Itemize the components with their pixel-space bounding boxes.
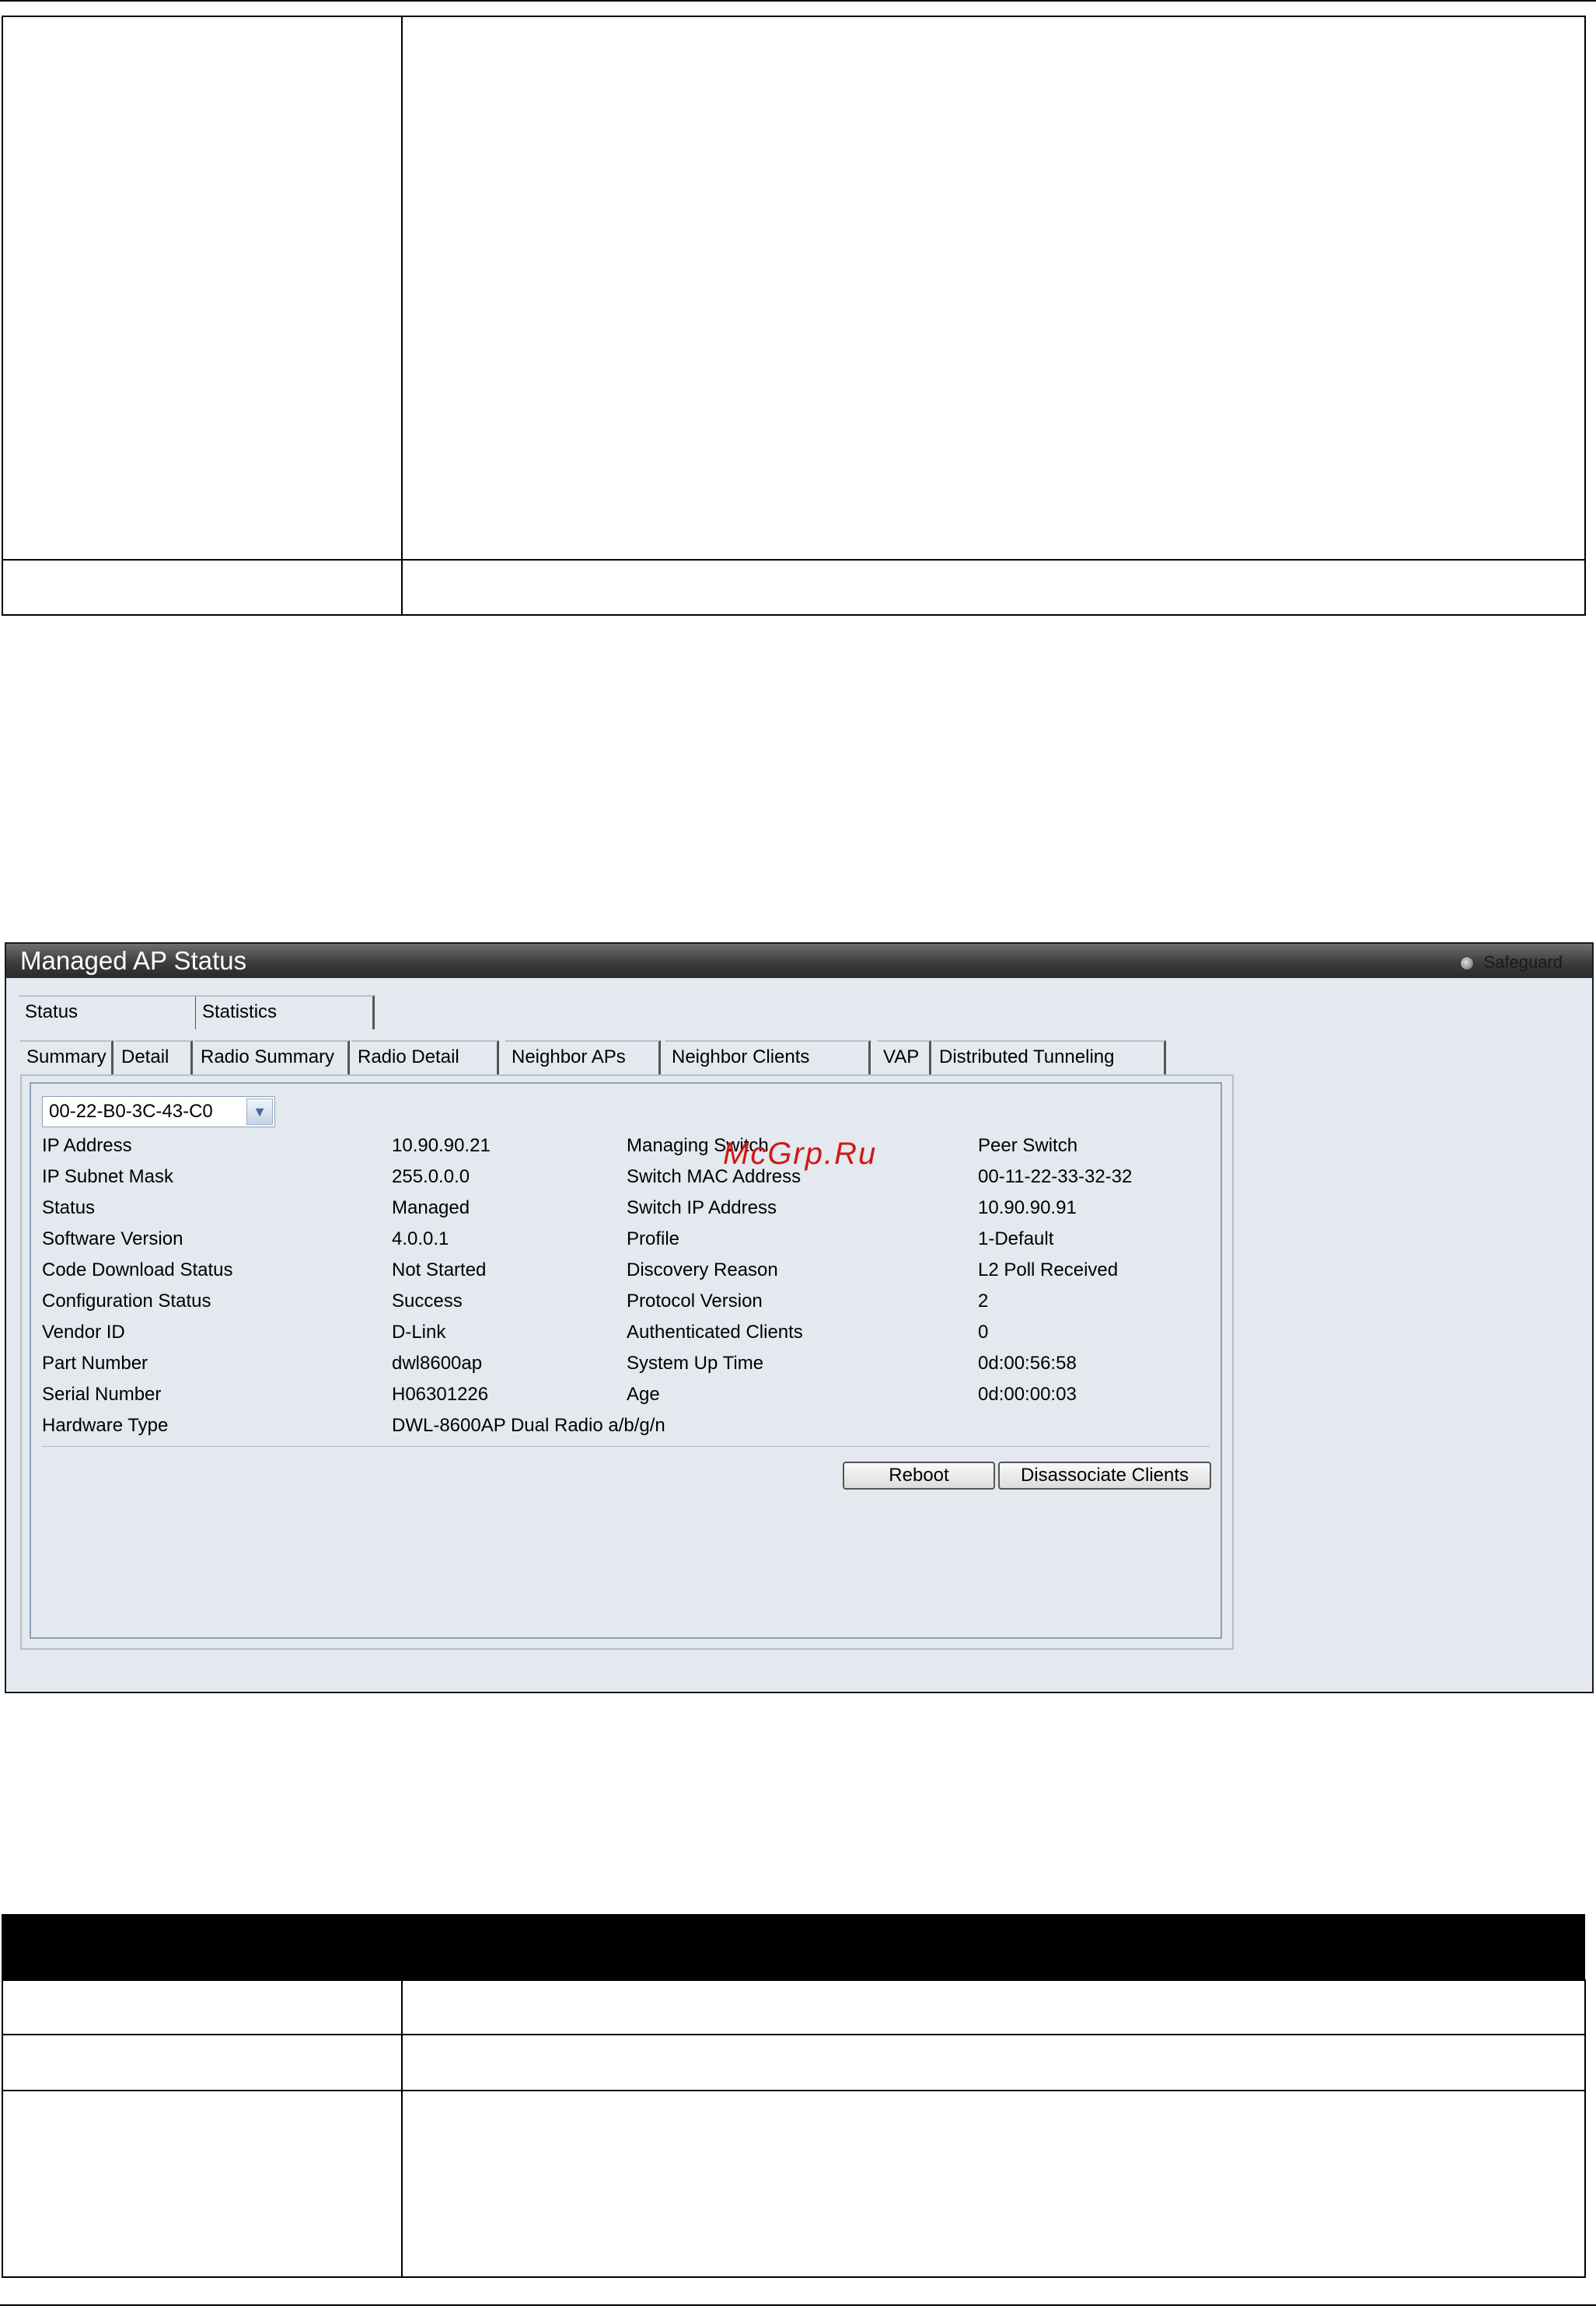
ip-address-value: 10.90.90.21 bbox=[392, 1135, 491, 1156]
switch-mac-address-value: 00-11-22-33-32-32 bbox=[978, 1166, 1133, 1187]
lower-table-row-line bbox=[3, 2034, 1584, 2035]
status-label: Status bbox=[42, 1197, 96, 1218]
vendor-id-label: Vendor ID bbox=[42, 1322, 125, 1343]
discovery-reason-value: L2 Poll Received bbox=[978, 1259, 1119, 1280]
disassociate-clients-button[interactable]: Disassociate Clients bbox=[998, 1462, 1211, 1490]
protocol-version-label: Protocol Version bbox=[627, 1291, 763, 1312]
part-number-value: dwl8600ap bbox=[392, 1353, 483, 1374]
safeguard-label: Safeguard bbox=[1483, 952, 1563, 972]
discovery-reason-label: Discovery Reason bbox=[627, 1259, 778, 1280]
tab-vap[interactable]: VAP bbox=[877, 1040, 931, 1074]
ap-mac-select[interactable]: 00-22-B0-3C-43-C0 ▼ bbox=[42, 1096, 275, 1127]
tab-radio-detail[interactable]: Radio Detail bbox=[351, 1040, 499, 1074]
lower-table-divider bbox=[401, 1979, 403, 2276]
switch-ip-address-label: Switch IP Address bbox=[627, 1197, 777, 1218]
authenticated-clients-value: 0 bbox=[978, 1322, 989, 1343]
software-version-value: 4.0.0.1 bbox=[392, 1228, 449, 1249]
tab-statistics[interactable]: Statistics bbox=[196, 995, 375, 1029]
part-number-label: Part Number bbox=[42, 1353, 148, 1374]
code-download-status-value: Not Started bbox=[392, 1259, 487, 1280]
lower-table-header bbox=[2, 1914, 1585, 1981]
details-divider bbox=[42, 1446, 1210, 1447]
status-value: Managed bbox=[392, 1197, 470, 1218]
switch-ip-address-value: 10.90.90.91 bbox=[978, 1197, 1077, 1218]
upper-table-divider bbox=[401, 17, 403, 614]
age-value: 0d:00:00:03 bbox=[978, 1384, 1077, 1405]
tab-distributed-tunneling[interactable]: Distributed Tunneling bbox=[933, 1040, 1166, 1074]
tab-summary[interactable]: Summary bbox=[20, 1040, 114, 1074]
safeguard-indicator[interactable]: Safeguard bbox=[1460, 953, 1563, 972]
tab-neighbor-clients[interactable]: Neighbor Clients bbox=[665, 1040, 871, 1074]
system-up-time-label: System Up Time bbox=[627, 1353, 764, 1374]
configuration-status-label: Configuration Status bbox=[42, 1291, 211, 1312]
serial-number-label: Serial Number bbox=[42, 1384, 162, 1405]
lower-table bbox=[2, 1979, 1586, 2278]
protocol-version-value: 2 bbox=[978, 1291, 989, 1312]
detail-panel: 00-22-B0-3C-43-C0 ▼ IP Address 10.90.90.… bbox=[20, 1074, 1234, 1650]
tab-detail[interactable]: Detail bbox=[115, 1040, 193, 1074]
profile-label: Profile bbox=[627, 1228, 680, 1249]
tab-neighbor-aps[interactable]: Neighbor APs bbox=[505, 1040, 661, 1074]
safeguard-icon bbox=[1460, 956, 1475, 971]
watermark: McGrp.Ru bbox=[723, 1137, 878, 1171]
ip-address-label: IP Address bbox=[42, 1135, 132, 1156]
code-download-status-label: Code Download Status bbox=[42, 1259, 233, 1280]
detail-content: 00-22-B0-3C-43-C0 ▼ IP Address 10.90.90.… bbox=[30, 1082, 1222, 1639]
vendor-id-value: D-Link bbox=[392, 1322, 446, 1343]
serial-number-value: H06301226 bbox=[392, 1384, 489, 1405]
age-label: Age bbox=[627, 1384, 660, 1405]
managed-ap-status-window: Managed AP Status Safeguard Status Stati… bbox=[5, 942, 1594, 1693]
ap-mac-select-value: 00-22-B0-3C-43-C0 bbox=[49, 1101, 213, 1122]
ip-subnet-mask-label: IP Subnet Mask bbox=[42, 1166, 173, 1187]
ip-subnet-mask-value: 255.0.0.0 bbox=[392, 1166, 470, 1187]
chevron-down-icon[interactable]: ▼ bbox=[246, 1099, 273, 1125]
reboot-button[interactable]: Reboot bbox=[843, 1462, 995, 1490]
page-bottom-rule bbox=[0, 2304, 1596, 2306]
software-version-label: Software Version bbox=[42, 1228, 183, 1249]
tab-radio-summary[interactable]: Radio Summary bbox=[194, 1040, 350, 1074]
managing-switch-value: Peer Switch bbox=[978, 1135, 1078, 1156]
configuration-status-value: Success bbox=[392, 1291, 463, 1312]
hardware-type-value: DWL-8600AP Dual Radio a/b/g/n bbox=[392, 1415, 665, 1436]
upper-table bbox=[2, 16, 1586, 616]
upper-table-row-line bbox=[3, 559, 1584, 561]
profile-value: 1-Default bbox=[978, 1228, 1054, 1249]
window-header: Managed AP Status Safeguard bbox=[6, 944, 1592, 978]
lower-table-row-line bbox=[3, 2090, 1584, 2091]
system-up-time-value: 0d:00:56:58 bbox=[978, 1353, 1077, 1374]
authenticated-clients-label: Authenticated Clients bbox=[627, 1322, 803, 1343]
page-top-rule bbox=[0, 0, 1596, 2]
window-title: Managed AP Status bbox=[20, 946, 247, 975]
hardware-type-label: Hardware Type bbox=[42, 1415, 169, 1436]
tab-status[interactable]: Status bbox=[19, 995, 197, 1029]
